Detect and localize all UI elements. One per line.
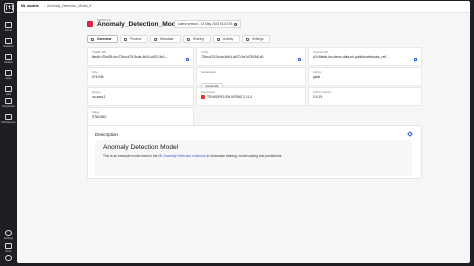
tag-icon: [154, 38, 157, 41]
model-type-icon: [87, 21, 93, 27]
notebook-link[interactable]: ML Anomaly Detection notebook: [158, 154, 205, 158]
version-selector[interactable]: Latest version - 14 May 2024 01:02:03: [174, 20, 242, 28]
field-size: Size 574 KiB: [87, 67, 194, 86]
field-value: 3.9.19: [313, 95, 323, 99]
grid-icon: [5, 70, 12, 76]
sidebar-item-label: Docs: [5, 250, 12, 253]
history-icon: [234, 22, 238, 26]
tab-label: Sharing: [193, 37, 204, 41]
breadcrumb-current: Anomaly_Detection_Model_tf: [47, 4, 92, 8]
field-value: 72bcc478-9cda-4b04-a570-5e1d7819d1d0: [201, 55, 264, 59]
cube-icon: [5, 54, 12, 60]
folder-icon: [5, 114, 12, 120]
gear-icon: [5, 230, 12, 236]
book-icon: [5, 243, 12, 249]
field-value: tiledb://TileDB-Inc/72bcc478-9cda-4b04-a…: [92, 55, 168, 59]
sidebar-item-workspaces[interactable]: Workspaces: [0, 114, 17, 125]
sidebar-item-label: Apps: [5, 77, 12, 80]
tab-activity[interactable]: Activity: [213, 35, 240, 43]
sidebar-item-home[interactable]: Home: [0, 22, 17, 33]
field-value: STAGING: [92, 115, 107, 119]
edit-icon[interactable]: [407, 131, 413, 137]
tab-label: Settings: [252, 37, 264, 41]
breadcrumb-ml-models[interactable]: ML models: [21, 4, 39, 9]
description-title: Anomaly Detection Model: [103, 144, 179, 151]
field-uuid: UUID 72bcc478-9cda-4b04-a570-5e1d7819d1d…: [196, 47, 306, 66]
tab-label: Activity: [223, 37, 234, 41]
field-value: us-east-1: [92, 95, 106, 99]
tab-label: Preview: [130, 37, 142, 41]
description-text-before: This is an example model used in the: [103, 154, 158, 158]
copy-icon[interactable]: [298, 58, 301, 61]
sidebar-item-label: Datasets: [3, 45, 14, 48]
field-tiledb-uri: TileDB URI tiledb://TileDB-Inc/72bcc478-…: [87, 47, 194, 66]
description-text-after: to showcase training, model saving and p…: [206, 154, 283, 158]
breadcrumb-separator: /: [44, 4, 45, 8]
version-label: Latest version - 14 May 2024 01:02:03: [178, 22, 233, 26]
tab-metadata[interactable]: Metadata: [150, 35, 181, 43]
copy-icon[interactable]: [186, 58, 189, 61]
grid-icon: [91, 38, 94, 41]
sidebar: [t] Home Datasets Models Apps Jobs Noteb…: [0, 0, 17, 266]
home-icon: [5, 22, 12, 28]
copy-icon[interactable]: [414, 58, 417, 61]
tab-sharing[interactable]: Sharing: [183, 35, 211, 43]
sidebar-item-label: Home: [5, 29, 12, 32]
sidebar-item-models[interactable]: Models: [0, 54, 17, 65]
sidebar-item-settings[interactable]: Settings: [0, 230, 17, 241]
gear-icon: [246, 38, 249, 41]
sidebar-item-apps[interactable]: Apps: [0, 70, 17, 81]
help-icon: [5, 255, 12, 261]
tab-overview[interactable]: Overview: [87, 35, 118, 43]
description-text: This is an example model used in the ML …: [103, 154, 282, 158]
sidebar-item-help[interactable]: [0, 255, 17, 261]
sidebar-item-notebooks[interactable]: Notebooks: [0, 98, 17, 109]
briefcase-icon: [5, 86, 12, 92]
framework-value: TENSORFLOW KERAS 2.11.0: [201, 94, 301, 100]
field-serialization: Serialization cloudpickle: [196, 67, 306, 89]
main-panel: ML models / Anomaly_Detection_Model_tf F…: [17, 1, 470, 263]
sidebar-item-label: Settings: [3, 237, 14, 240]
app-window: [t] Home Datasets Models Apps Jobs Noteb…: [0, 0, 474, 266]
notebook-icon: [5, 98, 12, 104]
sidebar-item-label: Workspaces: [1, 121, 16, 124]
field-value: TENSORFLOW KERAS 2.11.0: [207, 95, 253, 99]
field-region: Region us-east-1: [87, 87, 194, 106]
sidebar-item-label: Jobs: [5, 93, 12, 96]
field-framework: Framework TENSORFLOW KERAS 2.11.0: [196, 87, 306, 106]
field-value: s3://tiledb-inc-demo-data-ml-public/note…: [313, 55, 390, 59]
description-body: Anomaly Detection Model This is an examp…: [95, 140, 412, 176]
sidebar-item-datasets[interactable]: Datasets: [0, 38, 17, 49]
description-card: Description Anomaly Detection Model This…: [87, 125, 422, 179]
field-stage: Stage STAGING: [87, 107, 194, 126]
field-author: Author garik: [308, 67, 422, 86]
field-original-uri: Original URI s3://tiledb-inc-demo-data-m…: [308, 47, 422, 66]
clock-icon: [217, 38, 220, 41]
sidebar-item-docs[interactable]: Docs: [0, 243, 17, 254]
sidebar-item-jobs[interactable]: Jobs: [0, 86, 17, 97]
field-python-version: Python version 3.9.19: [308, 87, 422, 106]
sidebar-item-label: Models: [4, 61, 13, 64]
tiledb-logo[interactable]: [t]: [4, 3, 14, 13]
sidebar-item-label: Notebooks: [2, 105, 15, 108]
database-icon: [5, 38, 12, 44]
description-heading: Description: [95, 132, 118, 137]
tab-label: Metadata: [160, 37, 174, 41]
field-label: Serialization: [201, 70, 217, 74]
tensorflow-icon: [201, 95, 205, 100]
tab-label: Overview: [97, 37, 112, 41]
tab-preview[interactable]: Preview: [120, 35, 148, 43]
tab-settings[interactable]: Settings: [242, 35, 270, 43]
breadcrumb: ML models / Anomaly_Detection_Model_tf: [17, 1, 470, 13]
share-icon: [187, 38, 190, 41]
eye-icon: [124, 38, 127, 41]
field-value: 574 KiB: [92, 75, 104, 79]
field-value: garik: [313, 75, 321, 79]
